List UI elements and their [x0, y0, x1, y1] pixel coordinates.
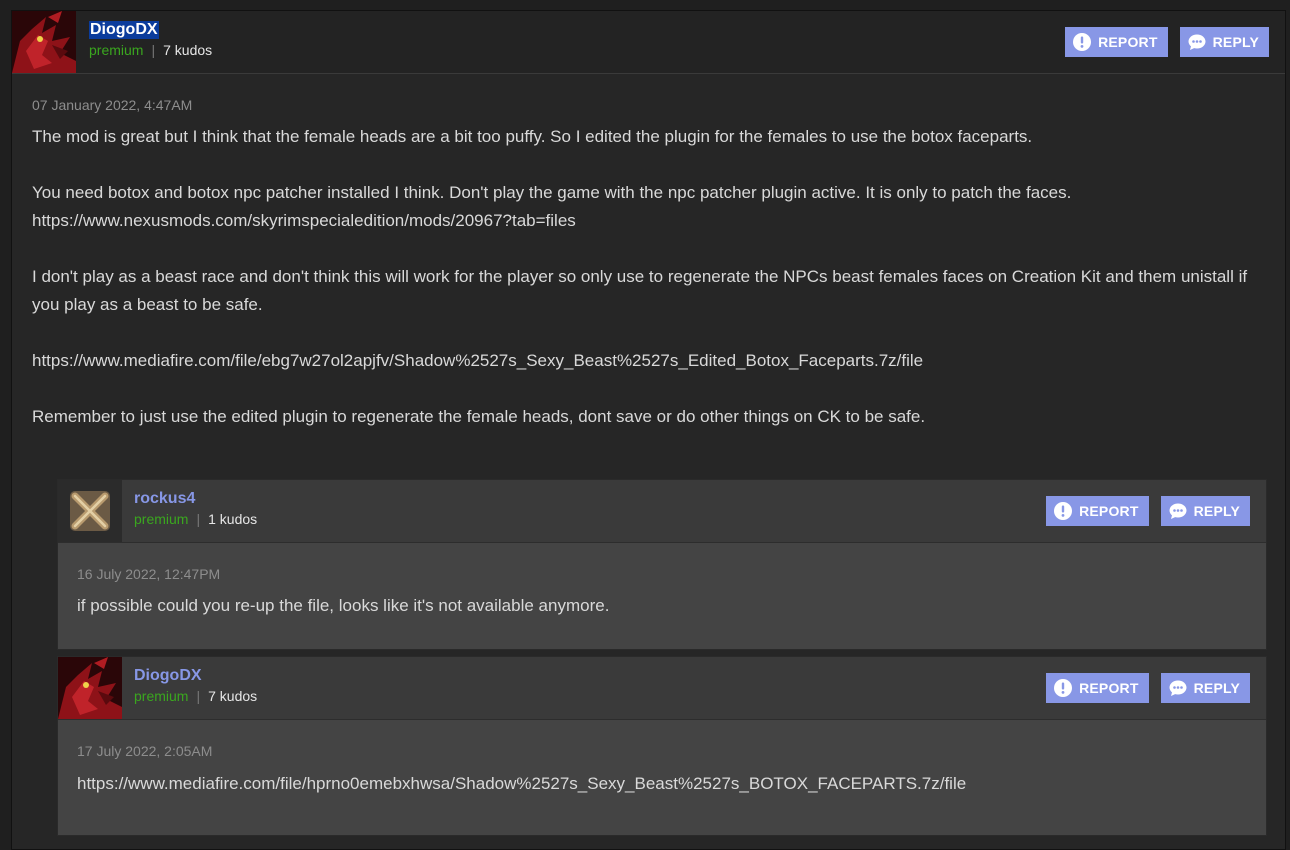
alert-icon [1054, 502, 1073, 520]
speech-bubble-icon [1188, 34, 1206, 50]
avatar-default-image [58, 480, 122, 542]
comment-actions: REPORT REPLY [1065, 27, 1269, 57]
report-label: REPORT [1079, 680, 1139, 696]
speech-bubble-icon [1169, 680, 1187, 696]
mediafire-link[interactable]: https://www.mediafire.com/file/hprno0eme… [77, 774, 966, 793]
meta-separator: | [196, 511, 201, 527]
speech-bubble-icon [1169, 503, 1187, 519]
username-link[interactable]: DiogoDX [134, 667, 202, 685]
username-link[interactable]: rockus4 [134, 490, 195, 508]
avatar[interactable] [12, 11, 76, 73]
report-button[interactable]: REPORT [1046, 496, 1149, 526]
comment-paragraph: You need botox and botox npc patcher ins… [32, 183, 1072, 202]
mediafire-link[interactable]: https://www.mediafire.com/file/ebg7w27ol… [32, 351, 923, 370]
avatar-dragon-image [58, 657, 122, 719]
membership-badge: premium [134, 511, 189, 527]
comment-reply: rockus4 premium | 1 kudos REPORT REPLY 16 … [57, 479, 1267, 650]
reply-button[interactable]: REPLY [1160, 673, 1250, 703]
comment-body: https://www.mediafire.com/file/hprno0eme… [77, 770, 1247, 798]
comment-reply: DiogoDX premium | 7 kudos REPORT REPLY 17 … [57, 656, 1267, 836]
comment-body: The mod is great but I think that the fe… [32, 123, 1262, 431]
comment-date: 16 July 2022, 12:47PM [77, 566, 221, 582]
reply-label: REPLY [1193, 503, 1240, 519]
comment-actions: REPORT REPLY [1046, 673, 1250, 703]
report-label: REPORT [1098, 34, 1158, 50]
comment-header: rockus4 premium | 1 kudos REPORT REPLY [58, 480, 1266, 543]
alert-icon [1073, 33, 1092, 51]
kudos-count: 1 kudos [208, 511, 258, 527]
meta-separator: | [196, 688, 201, 704]
reply-label: REPLY [1212, 34, 1259, 50]
reply-label: REPLY [1193, 680, 1240, 696]
comment-paragraph: if possible could you re-up the file, lo… [77, 596, 610, 615]
alert-icon [1054, 679, 1073, 697]
comment-date: 17 July 2022, 2:05AM [77, 743, 213, 759]
report-button[interactable]: REPORT [1065, 27, 1168, 57]
avatar[interactable] [58, 480, 122, 542]
report-label: REPORT [1079, 503, 1139, 519]
reply-button[interactable]: REPLY [1179, 27, 1269, 57]
user-meta: premium | 7 kudos [134, 688, 257, 704]
membership-badge: premium [89, 42, 144, 58]
comment-actions: REPORT REPLY [1046, 496, 1250, 526]
kudos-count: 7 kudos [208, 688, 258, 704]
membership-badge: premium [134, 688, 189, 704]
avatar[interactable] [58, 657, 122, 719]
kudos-count: 7 kudos [163, 42, 213, 58]
comment-paragraph: I don't play as a beast race and don't t… [32, 267, 1248, 314]
avatar-dragon-image [12, 11, 76, 73]
report-button[interactable]: REPORT [1046, 673, 1149, 703]
username-link[interactable]: DiogoDX [89, 21, 159, 39]
comment-paragraph: The mod is great but I think that the fe… [32, 127, 1033, 146]
nexusmods-link[interactable]: https://www.nexusmods.com/skyrimspeciale… [32, 211, 576, 230]
reply-button[interactable]: REPLY [1160, 496, 1250, 526]
comment-body: if possible could you re-up the file, lo… [77, 592, 1247, 620]
comment-header: DiogoDX premium | 7 kudos REPORT REPLY [12, 11, 1285, 74]
meta-separator: | [151, 42, 156, 58]
user-meta: premium | 1 kudos [134, 511, 257, 527]
comment-date: 07 January 2022, 4:47AM [32, 97, 193, 113]
user-meta: premium | 7 kudos [89, 42, 212, 58]
comment-header: DiogoDX premium | 7 kudos REPORT REPLY [58, 657, 1266, 720]
comment-paragraph: Remember to just use the edited plugin t… [32, 407, 926, 426]
